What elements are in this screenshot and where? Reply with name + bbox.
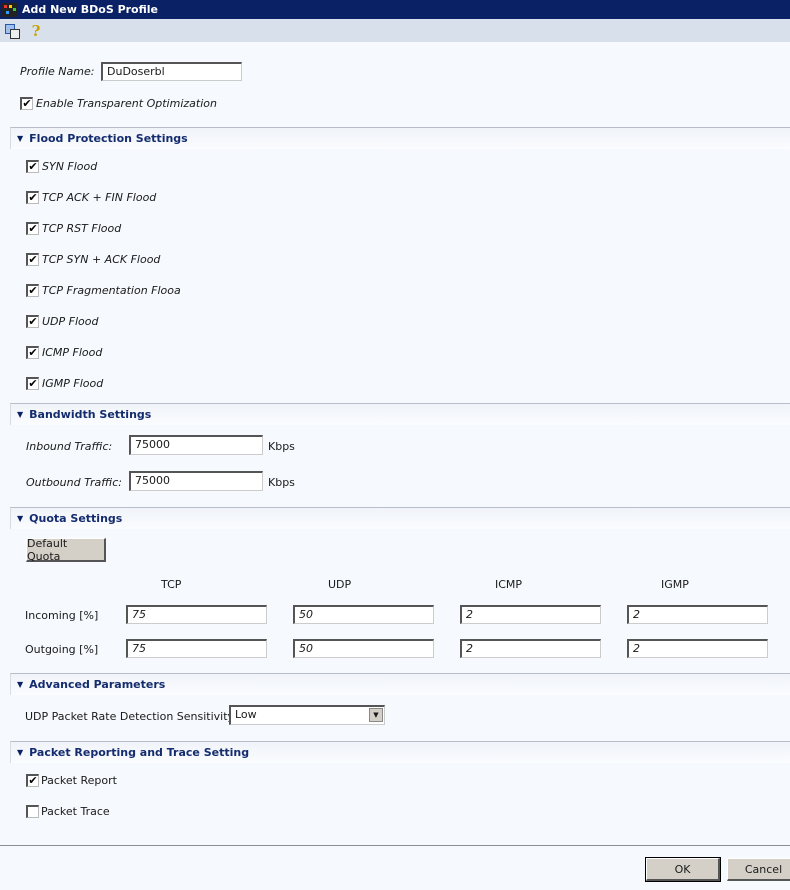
window-title: Add New BDoS Profile — [22, 3, 159, 16]
outbound-unit-label: Kbps — [268, 476, 295, 489]
icmp-flood-checkbox[interactable]: ✔ — [26, 346, 39, 359]
ok-button[interactable]: OK — [645, 857, 721, 882]
udp-flood-label: UDP Flood — [42, 315, 99, 328]
section-packet-reporting[interactable]: ▼ Packet Reporting and Trace Setting — [10, 741, 790, 763]
section-title: Advanced Parameters — [29, 678, 166, 691]
syn-flood-label: SYN Flood — [42, 160, 98, 173]
help-icon[interactable]: ? — [28, 23, 44, 39]
app-icon — [2, 2, 18, 17]
enable-transparent-optimization-label: Enable Transparent Optimization — [36, 97, 217, 110]
check-icon: ✔ — [28, 222, 38, 235]
toolbar: ? — [0, 19, 790, 42]
udp-sensitivity-select[interactable]: Low ▼ — [229, 705, 385, 725]
outgoing-tcp-input[interactable]: 75 — [126, 639, 267, 658]
inbound-unit-label: Kbps — [268, 440, 295, 453]
outgoing-icmp-input[interactable]: 2 — [460, 639, 601, 658]
collapse-triangle-icon: ▼ — [17, 680, 24, 689]
igmp-flood-label: IGMP Flood — [42, 377, 104, 390]
quota-column-tcp: TCP — [161, 578, 182, 591]
outbound-traffic-label: Outbound Traffic: — [26, 476, 122, 489]
tcp-ack-fin-flood-label: TCP ACK + FIN Flood — [42, 191, 157, 204]
quota-column-icmp: ICMP — [495, 578, 523, 591]
icmp-flood-label: ICMP Flood — [42, 346, 103, 359]
tcp-syn-ack-flood-checkbox[interactable]: ✔ — [26, 253, 39, 266]
outbound-traffic-input[interactable]: 75000 — [129, 471, 263, 491]
footer-divider — [0, 845, 790, 846]
profile-name-label: Profile Name: — [20, 65, 95, 78]
check-icon: ✔ — [28, 253, 38, 266]
incoming-udp-input[interactable]: 50 — [293, 605, 434, 624]
inbound-traffic-label: Inbound Traffic: — [26, 440, 113, 453]
section-title: Packet Reporting and Trace Setting — [29, 746, 250, 759]
check-icon: ✔ — [28, 377, 38, 390]
collapse-triangle-icon: ▼ — [17, 134, 24, 143]
dropdown-arrow-icon[interactable]: ▼ — [369, 708, 383, 722]
profile-name-input[interactable]: DuDoserbl — [101, 62, 242, 81]
check-icon: ✔ — [28, 315, 38, 328]
outgoing-udp-input[interactable]: 50 — [293, 639, 434, 658]
udp-flood-checkbox[interactable]: ✔ — [26, 315, 39, 328]
udp-sensitivity-label: UDP Packet Rate Detection Sensitivity: — [25, 710, 237, 723]
igmp-flood-checkbox[interactable]: ✔ — [26, 377, 39, 390]
check-icon: ✔ — [28, 160, 38, 173]
default-quota-button[interactable]: Default Quota — [26, 537, 106, 563]
section-title: Bandwidth Settings — [29, 408, 152, 421]
tcp-syn-ack-flood-label: TCP SYN + ACK Flood — [42, 253, 161, 266]
incoming-row-label: Incoming [%] — [25, 609, 99, 622]
check-icon: ✔ — [28, 774, 38, 787]
check-icon: ✔ — [22, 97, 32, 110]
syn-flood-checkbox[interactable]: ✔ — [26, 160, 39, 173]
enable-transparent-optimization-checkbox[interactable]: ✔ — [20, 97, 33, 110]
section-quota[interactable]: ▼ Quota Settings — [10, 507, 790, 529]
title-bar: Add New BDoS Profile — [0, 0, 790, 19]
tcp-rst-flood-checkbox[interactable]: ✔ — [26, 222, 39, 235]
collapse-triangle-icon: ▼ — [17, 748, 24, 757]
packet-report-label: Packet Report — [41, 774, 117, 787]
check-icon: ✔ — [28, 191, 38, 204]
outgoing-row-label: Outgoing [%] — [25, 643, 99, 656]
inbound-traffic-input[interactable]: 75000 — [129, 435, 263, 455]
section-flood-protection[interactable]: ▼ Flood Protection Settings — [10, 127, 790, 149]
incoming-tcp-input[interactable]: 75 — [126, 605, 267, 624]
collapse-triangle-icon: ▼ — [17, 410, 24, 419]
section-advanced-parameters[interactable]: ▼ Advanced Parameters — [10, 673, 790, 695]
incoming-icmp-input[interactable]: 2 — [460, 605, 601, 624]
properties-icon[interactable] — [4, 23, 20, 39]
check-icon: ✔ — [28, 284, 38, 297]
outgoing-igmp-input[interactable]: 2 — [627, 639, 768, 658]
packet-trace-label: Packet Trace — [41, 805, 110, 818]
quota-column-udp: UDP — [328, 578, 352, 591]
collapse-triangle-icon: ▼ — [17, 514, 24, 523]
packet-report-checkbox[interactable]: ✔ — [26, 774, 39, 787]
packet-trace-checkbox[interactable] — [26, 805, 39, 818]
quota-column-igmp: IGMP — [661, 578, 689, 591]
cancel-button[interactable]: Cancel — [727, 858, 790, 881]
udp-sensitivity-value: Low — [235, 708, 257, 721]
check-icon: ✔ — [28, 346, 38, 359]
section-title: Flood Protection Settings — [29, 132, 188, 145]
tcp-fragmentation-flood-checkbox[interactable]: ✔ — [26, 284, 39, 297]
tcp-fragmentation-flood-label: TCP Fragmentation Flooa — [42, 284, 181, 297]
section-title: Quota Settings — [29, 512, 123, 525]
tcp-ack-fin-flood-checkbox[interactable]: ✔ — [26, 191, 39, 204]
incoming-igmp-input[interactable]: 2 — [627, 605, 768, 624]
tcp-rst-flood-label: TCP RST Flood — [42, 222, 122, 235]
section-bandwidth[interactable]: ▼ Bandwidth Settings — [10, 403, 790, 425]
